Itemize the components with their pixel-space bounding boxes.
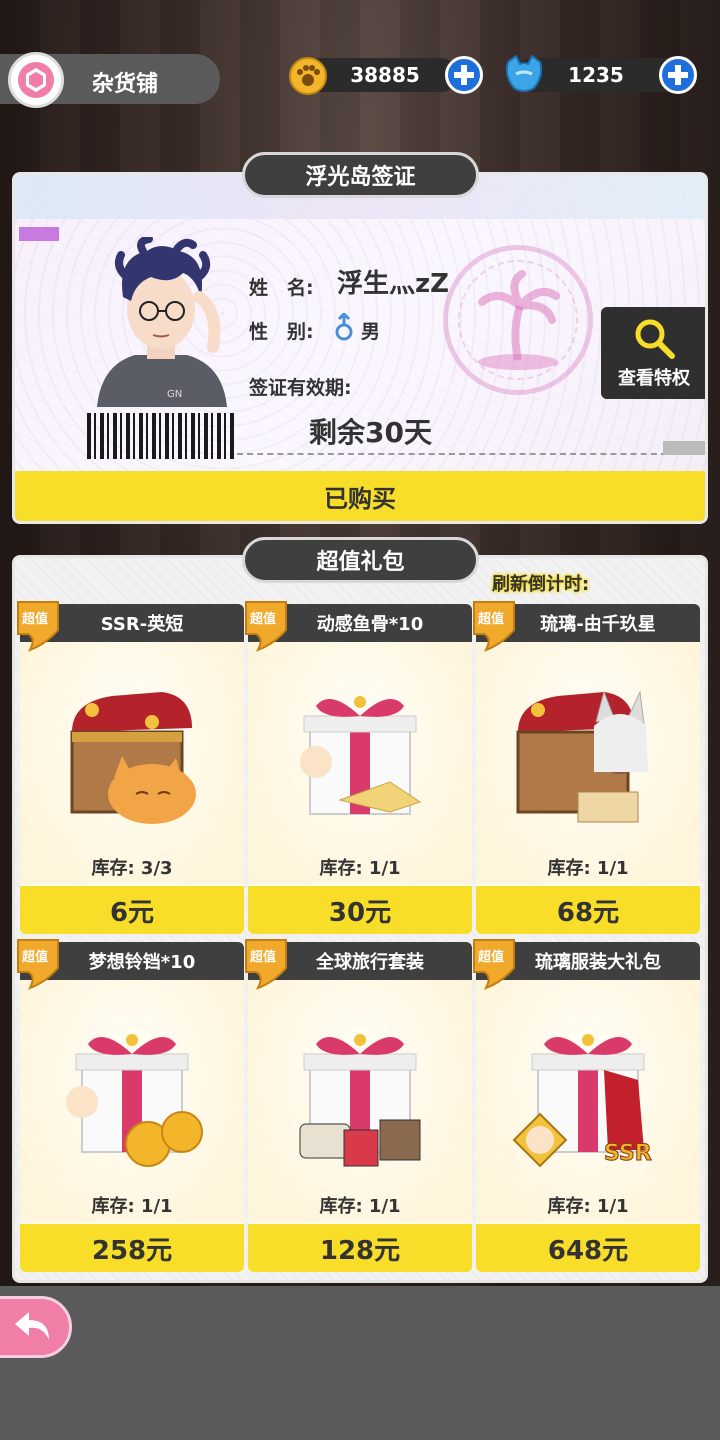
gift-card-world-travel[interactable]: 全球旅行套装 库存: 1/1 128元 <box>248 942 472 1272</box>
validity-value: 剩余30天 <box>309 416 432 449</box>
value-badge-label: 超值 <box>250 612 277 627</box>
gift-image-area <box>20 642 244 884</box>
gift-card-dream-bell[interactable]: 梦想铃铛*10 库存: 1/1 258元 <box>20 942 244 1272</box>
value-badge-label: 超值 <box>478 612 505 627</box>
gift-image-area <box>20 980 244 1222</box>
gender-value: 男 <box>361 321 381 343</box>
gift-stock: 库存: 1/1 <box>91 1196 173 1217</box>
value-badge: 超值 <box>472 600 516 652</box>
gem-amount: 1235 <box>568 63 624 87</box>
name-value: 浮生灬zZ <box>337 269 449 299</box>
value-badge-label: 超值 <box>22 950 49 965</box>
gift-stock: 库存: 3/3 <box>91 858 173 879</box>
gift-card-fish-bone[interactable]: 动感鱼骨*10 库存: 1/1 30元 <box>248 604 472 934</box>
back-arrow-icon <box>15 1312 49 1340</box>
visa-mark <box>19 227 59 241</box>
plus-icon <box>454 65 474 85</box>
treasure-chest-girl-icon <box>516 690 648 823</box>
gift-stock: 库存: 1/1 <box>547 1196 629 1217</box>
gift-card-ssr-shorthair[interactable]: SSR-英短 库存: 3/3 6元 <box>20 604 244 934</box>
visa-section-title: 浮光岛签证 <box>242 152 479 198</box>
gift-stock: 库存: 1/1 <box>319 1196 401 1217</box>
view-perks-label: 查看特权 <box>618 368 690 389</box>
value-badge: 超值 <box>244 600 288 652</box>
value-badge: 超值 <box>16 938 60 990</box>
gift-box-bell-icon <box>66 1034 203 1167</box>
svg-text:SSR: SSR <box>604 1141 652 1166</box>
validity-label: 签证有效期: <box>249 377 352 399</box>
male-icon <box>333 311 355 347</box>
gift-box-outfit-icon: SSR <box>512 1034 652 1168</box>
buy-button[interactable]: 258元 <box>20 1224 244 1272</box>
shop-title: 杂货铺 <box>92 72 159 97</box>
cat-gem-icon <box>502 52 546 100</box>
gift-image-area <box>248 980 472 1222</box>
gift-card-liuli-outfit[interactable]: 琉璃服装大礼包 SSR 库存: 1/1 648元 <box>476 942 700 1272</box>
buy-button[interactable]: 30元 <box>248 886 472 934</box>
value-badge: 超值 <box>244 938 288 990</box>
gender-label: 性 别: <box>249 321 314 343</box>
buy-button[interactable]: 6元 <box>20 886 244 934</box>
gift-box-travel-icon <box>299 1034 421 1167</box>
svg-text:GN: GN <box>167 389 182 400</box>
divider <box>237 453 677 455</box>
paw-coin-icon <box>288 56 328 100</box>
value-badge-label: 超值 <box>22 612 49 627</box>
gift-image-area: SSR <box>476 980 700 1222</box>
refresh-countdown: 刷新倒计时: <box>492 574 590 595</box>
palm-stamp-icon <box>443 245 593 395</box>
visa-card: GN 姓 名: 浮生灬zZ 性 别: 男 签证有效期: 剩余30天 查看特权 已… <box>12 172 708 524</box>
purchased-status: 已购买 <box>15 471 705 521</box>
bottom-bar <box>0 1286 720 1440</box>
magnifier-icon <box>635 319 675 359</box>
gift-card-liuli-star[interactable]: 琉璃-由千玖星 库存: 1/1 68元 <box>476 604 700 934</box>
shop-tag: 杂货铺 <box>0 52 220 108</box>
gift-section-title: 超值礼包 <box>242 537 479 583</box>
buy-button[interactable]: 128元 <box>248 1224 472 1272</box>
name-label: 姓 名: <box>249 277 314 299</box>
view-perks-button[interactable]: 查看特权 <box>601 307 705 399</box>
gift-image-area <box>248 642 472 884</box>
gift-stock: 库存: 1/1 <box>547 858 629 879</box>
value-badge-label: 超值 <box>250 950 277 965</box>
back-button[interactable] <box>0 1296 72 1358</box>
buy-button[interactable]: 68元 <box>476 886 700 934</box>
add-coins-button[interactable] <box>445 56 483 94</box>
visa-corner-mark <box>663 441 705 455</box>
coin-amount: 38885 <box>350 63 420 87</box>
plus-icon <box>668 65 688 85</box>
avatar: GN <box>87 237 235 407</box>
value-badge-label: 超值 <box>478 950 505 965</box>
shop-icon <box>8 52 64 108</box>
gift-box-fish-icon <box>300 696 422 815</box>
gift-stock: 库存: 1/1 <box>319 858 401 879</box>
buy-button[interactable]: 648元 <box>476 1224 700 1272</box>
value-badge: 超值 <box>16 600 60 652</box>
barcode <box>87 413 235 459</box>
treasure-chest-cat-icon <box>70 692 196 824</box>
value-badge: 超值 <box>472 938 516 990</box>
add-gems-button[interactable] <box>659 56 697 94</box>
gift-image-area <box>476 642 700 884</box>
